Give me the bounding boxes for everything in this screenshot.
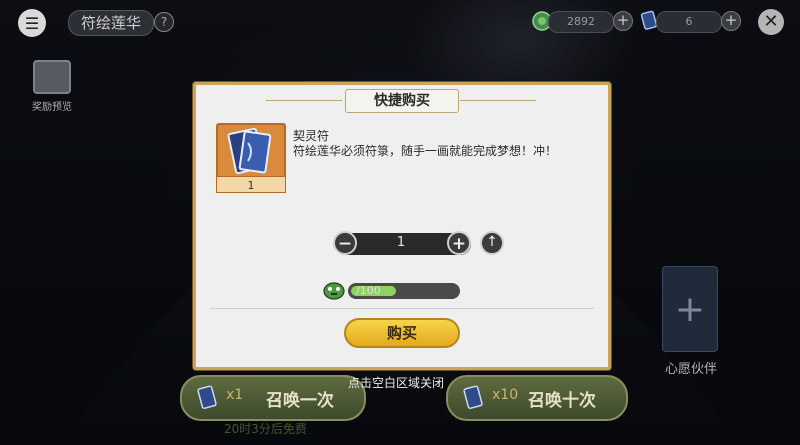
quantity-value[interactable]: 1 (386, 235, 416, 250)
divider (210, 308, 594, 309)
reward-preview-label: 奖励预览 (32, 102, 72, 113)
title-ornament-right (460, 100, 536, 101)
cost-text: /100 (356, 284, 381, 297)
currency-icon (323, 282, 345, 300)
add-ticket-button[interactable]: + (721, 11, 741, 31)
resource-coin-value: 2892 (548, 11, 614, 33)
title-ornament-left (266, 100, 342, 101)
wish-partner-label: 心愿伙伴 (664, 362, 717, 377)
menu-icon[interactable]: ☰ (18, 9, 46, 37)
increase-button[interactable]: + (447, 231, 471, 255)
resource-ticket-value: 6 (656, 11, 722, 33)
dialog-title: 快捷购买 (345, 89, 459, 113)
summon-once-button[interactable]: x1 召唤一次 (180, 375, 366, 421)
summon-ten-count: x10 (492, 387, 519, 403)
close-hint: 点击空白区域关闭 (348, 376, 445, 390)
page-title: 符绘莲华 (68, 10, 155, 36)
item-description: 符绘莲华必须符箓，随手一画就能完成梦想！冲！ (293, 144, 558, 158)
summon-once-count: x1 (226, 387, 244, 403)
close-button[interactable]: ✕ (758, 9, 784, 35)
summon-ten-label: 召唤十次 (528, 391, 596, 411)
decrease-button[interactable]: − (333, 231, 357, 255)
quick-buy-dialog: 快捷购买 1 契灵符 符绘莲华必须符箓，随手一画就能完成梦想！冲！ − 1 + … (193, 82, 611, 370)
ticket-icon (463, 385, 483, 410)
item-owned-count: 1 (216, 176, 286, 193)
summon-once-label: 召唤一次 (266, 391, 334, 411)
help-button[interactable]: ? (154, 12, 174, 32)
wish-partner-slot[interactable]: + (662, 266, 718, 352)
buy-button[interactable]: 购买 (344, 318, 460, 348)
reward-preview-button[interactable]: 奖励预览 (26, 60, 78, 113)
ticket-icon (197, 385, 217, 410)
dialog-header: 快捷购买 (196, 89, 608, 113)
add-coin-button[interactable]: + (613, 11, 633, 31)
chest-icon (33, 60, 71, 94)
plus-icon: + (674, 288, 706, 330)
talisman-icon (227, 127, 272, 175)
free-summon-timer: 20时3分后免费 (224, 422, 307, 436)
max-quantity-button[interactable]: ↑ (480, 231, 504, 255)
summon-ten-button[interactable]: x10 召唤十次 (446, 375, 628, 421)
